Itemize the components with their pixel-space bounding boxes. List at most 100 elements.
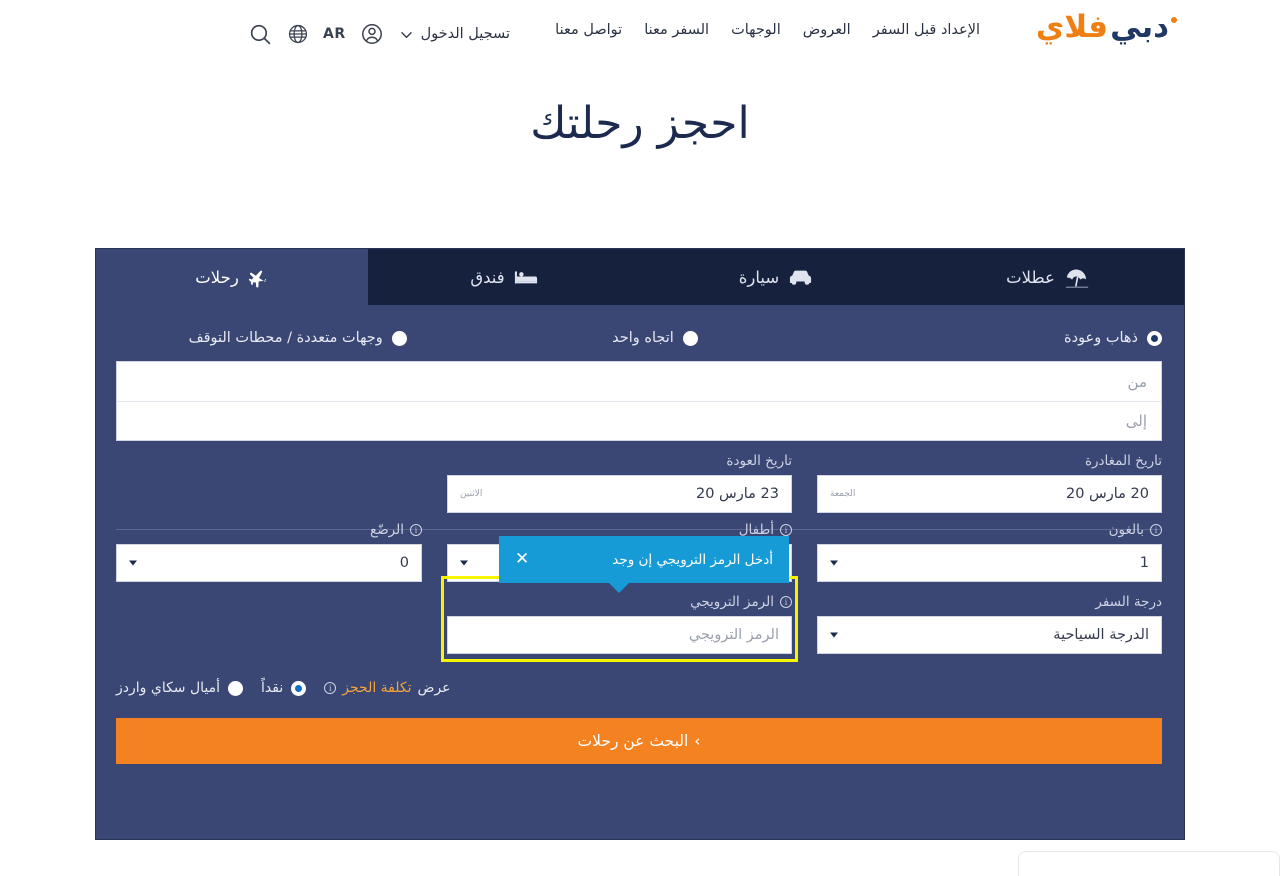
chevron-down-icon <box>830 632 838 638</box>
dates-row: تاريخ المغادرة 20 مارس 20 الجمعة تاريخ ا… <box>116 441 1162 513</box>
site-header: دبي فلاي الإعداد قبل السفر العروض الوجها… <box>0 0 1280 66</box>
trip-type-roundtrip-label: ذهاب وعودة <box>1064 330 1138 346</box>
return-date-label: تاريخ العودة <box>726 453 792 469</box>
booking-form: ذهاب وعودة اتجاه واحد وجهات متعددة / محط… <box>96 305 1184 764</box>
booking-widget: رحلات فندق سيارة عطلات ذهاب وعودة اتجاه … <box>95 248 1185 840</box>
tab-car-label: سيارة <box>738 267 780 287</box>
tab-flights[interactable]: رحلات <box>96 249 368 305</box>
search-flights-button[interactable]: › البحث عن رحلات <box>116 718 1162 764</box>
search-icon[interactable] <box>248 22 273 47</box>
nav-item-offers[interactable]: العروض <box>803 22 851 38</box>
infants-info-icon[interactable]: i <box>410 524 422 536</box>
passengers-row: i بالغون 1 i أطفال i الرضّع 0 أدخل الرمز… <box>116 522 1162 593</box>
children-info-icon[interactable]: i <box>780 524 792 536</box>
header-utilities: AR تسجيل الدخول <box>110 14 510 54</box>
departure-date-input[interactable]: 20 مارس 20 الجمعة <box>817 475 1162 513</box>
tab-hotel-label: فندق <box>470 267 505 287</box>
trip-type-group: ذهاب وعودة اتجاه واحد وجهات متعددة / محط… <box>118 319 1162 357</box>
tab-holidays[interactable]: عطلات <box>912 249 1184 305</box>
radio-skywards-dot[interactable] <box>228 680 244 696</box>
return-date-input[interactable]: 23 مارس 20 الاثنين <box>447 475 792 513</box>
promo-info-icon[interactable]: i <box>780 596 792 608</box>
promo-code-label: i الرمز الترويجي <box>447 594 792 610</box>
radio-cash-dot[interactable] <box>291 680 307 696</box>
promo-tooltip[interactable]: أدخل الرمز الترويجي إن وجد ✕ <box>499 536 789 593</box>
promo-code-input[interactable]: الرمز الترويجي <box>447 616 792 654</box>
promo-tooltip-text: أدخل الرمز الترويجي إن وجد <box>612 551 773 568</box>
language-code[interactable]: AR <box>323 26 346 42</box>
nav-item-pre-travel[interactable]: الإعداد قبل السفر <box>873 22 980 38</box>
adults-info-icon[interactable]: i <box>1150 524 1162 536</box>
logo-dot <box>1171 17 1177 23</box>
page-title: احجز رحلتك <box>530 98 750 149</box>
signin-label: تسجيل الدخول <box>420 26 510 42</box>
tab-holidays-label: عطلات <box>1006 267 1055 287</box>
infants-label-text: الرضّع <box>370 522 404 538</box>
nav-item-travel-with-us[interactable]: السفر معنا <box>644 22 709 38</box>
departure-date-value: 20 مارس 20 <box>1065 486 1149 502</box>
cabin-class-select[interactable]: الدرجة السياحية <box>817 616 1162 654</box>
fare-type-row: عرض تكلفة الحجز i نقداً أميال سكاي واردز <box>116 680 1162 696</box>
globe-icon[interactable] <box>287 23 309 45</box>
adults-select[interactable]: 1 <box>817 544 1162 582</box>
fare-label-highlight: تكلفة الحجز <box>342 680 412 696</box>
trip-type-multicity[interactable]: وجهات متعددة / محطات التوقف <box>118 330 477 346</box>
from-input[interactable]: من <box>117 362 1161 401</box>
fare-option-cash[interactable]: نقداً <box>261 680 307 696</box>
car-icon <box>788 268 813 287</box>
trip-type-multicity-label: وجهات متعددة / محطات التوقف <box>188 330 383 346</box>
beach-umbrella-icon <box>1064 267 1090 288</box>
return-day-name: الاثنين <box>460 489 483 499</box>
adults-value: 1 <box>1139 555 1149 571</box>
fare-option-cash-label: نقداً <box>261 680 284 696</box>
cabin-promo-row: درجة السفر الدرجة السياحية i الرمز الترو… <box>116 576 1162 662</box>
fare-info-icon[interactable]: i <box>324 682 337 694</box>
promo-code-label-text: الرمز الترويجي <box>690 594 774 610</box>
adults-label: i بالغون <box>817 522 1162 538</box>
bed-icon <box>514 267 538 287</box>
radio-roundtrip-dot[interactable] <box>1147 330 1162 346</box>
chevron-down-icon <box>830 560 838 566</box>
fare-type-label: عرض تكلفة الحجز i <box>324 680 451 696</box>
flydubai-logo[interactable]: دبي فلاي <box>1036 12 1180 43</box>
signin-button[interactable]: تسجيل الدخول <box>398 26 510 43</box>
radio-oneway-dot[interactable] <box>682 330 698 346</box>
tab-hotel[interactable]: فندق <box>368 249 640 305</box>
nav-item-contact-us[interactable]: تواصل معنا <box>555 22 622 38</box>
return-date-value: 23 مارس 20 <box>695 486 779 502</box>
close-icon[interactable]: ✕ <box>515 551 529 568</box>
departure-date-label: تاريخ المغادرة <box>1084 453 1162 469</box>
search-button-chevron: › <box>694 732 701 750</box>
booking-tabs: رحلات فندق سيارة عطلات <box>96 249 1184 305</box>
departure-day-name: الجمعة <box>830 489 856 499</box>
chevron-down-icon <box>460 560 468 566</box>
page-root: دبي فلاي الإعداد قبل السفر العروض الوجها… <box>0 0 1280 876</box>
chevron-down-icon <box>129 560 137 566</box>
cabin-class-label: درجة السفر <box>1095 594 1162 610</box>
radio-multicity-dot[interactable] <box>391 330 407 346</box>
airplane-icon <box>248 267 269 288</box>
trip-type-roundtrip[interactable]: ذهاب وعودة <box>833 330 1162 346</box>
chevron-down-icon <box>400 31 412 38</box>
fare-label-prefix: عرض <box>417 680 451 696</box>
to-input[interactable]: إلى <box>117 401 1161 440</box>
nav-item-destinations[interactable]: الوجهات <box>731 22 781 38</box>
logo-fly-text: فلاي <box>1035 9 1109 45</box>
origin-destination-group: من إلى <box>116 361 1162 441</box>
tab-car[interactable]: سيارة <box>640 249 912 305</box>
promo-code-placeholder: الرمز الترويجي <box>688 627 779 643</box>
infants-value: 0 <box>399 555 409 571</box>
trip-type-oneway[interactable]: اتجاه واحد <box>477 330 832 346</box>
infants-select[interactable]: 0 <box>116 544 422 582</box>
adults-label-text: بالغون <box>1108 522 1144 538</box>
fare-option-skywards-label: أميال سكاي واردز <box>116 680 221 696</box>
main-navigation: الإعداد قبل السفر العروض الوجهات السفر م… <box>555 22 980 38</box>
logo-dubai-text: دبي <box>1110 9 1170 45</box>
tab-flights-label: رحلات <box>195 267 239 287</box>
search-button-label: البحث عن رحلات <box>577 732 689 750</box>
fare-option-skywards[interactable]: أميال سكاي واردز <box>116 680 244 696</box>
account-icon[interactable] <box>360 22 384 46</box>
cabin-class-value: الدرجة السياحية <box>1053 627 1149 643</box>
infants-label: i الرضّع <box>116 522 422 538</box>
chat-widget[interactable] <box>1018 851 1280 876</box>
